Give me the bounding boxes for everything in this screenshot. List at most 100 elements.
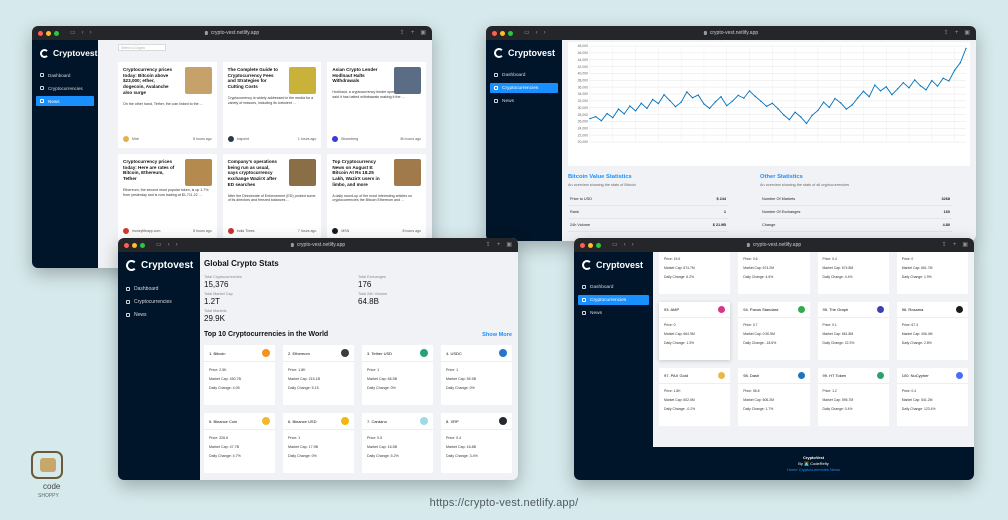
coin-card[interactable]: 99. HT Token Price: 1.2 Market Cap: 596.7M… xyxy=(817,368,889,426)
coin-icon xyxy=(956,372,963,379)
new-tab-icon[interactable]: + xyxy=(497,242,501,248)
address-bar[interactable]: crypto-vest.netlify.app xyxy=(204,30,259,36)
news-card[interactable]: Cryptocurrency prices today: Bitcoin abo… xyxy=(118,62,217,148)
forward-icon[interactable]: › xyxy=(176,242,178,248)
logo[interactable]: Cryptovest xyxy=(574,260,653,270)
menu-item-dashboard[interactable]: Dashboard xyxy=(574,282,653,292)
menu-item-cryptocurrencies[interactable]: Cryptocurrencies xyxy=(490,83,558,93)
logo[interactable]: Cryptovest xyxy=(32,48,98,58)
logo[interactable]: Cryptovest xyxy=(118,260,200,271)
crypto-select[interactable]: Select a Crypto xyxy=(118,44,166,51)
coin-card[interactable]: 97. PAX Gold Price: 1.8K Market Cap: 602.6… xyxy=(659,368,731,426)
menu-item-cryptocurrencies[interactable]: Cryptocurrencies xyxy=(118,296,200,308)
coin-card[interactable]: 8. XRP Price: 0.4 Market Cap: 16.8B Daily … xyxy=(441,413,512,473)
menu-item-cryptocurrencies[interactable]: Cryptocurrencies xyxy=(32,83,98,93)
address-bar[interactable]: crypto-vest.netlify.app xyxy=(290,242,345,248)
news-card[interactable]: Asian Crypto Lender Hodlnaut Halts Withd… xyxy=(327,62,426,148)
news-card[interactable]: Company's operations being run as usual,… xyxy=(222,154,322,240)
logo[interactable]: Cryptovest xyxy=(486,48,562,58)
menu-item-news[interactable]: News xyxy=(118,309,200,321)
coin-card[interactable]: 95. The Graph Price: 0.1 Market Cap: 661.8… xyxy=(817,302,889,360)
coin-card[interactable]: 94. Paxos Standard Price: 0.7 Market Cap: … xyxy=(738,302,810,360)
coin-card[interactable]: Price: 0.6 Market Cap: 674.2M Daily Change… xyxy=(738,252,810,294)
coin-card[interactable]: 96. Rosama Price: 67.3 Market Cap: 406.4M D… xyxy=(896,302,968,360)
coin-card[interactable]: 3. Tether USD Price: 1 Market Cap: 66.5B D… xyxy=(362,345,433,405)
close-dot[interactable] xyxy=(492,30,497,36)
minimize-dot[interactable] xyxy=(132,242,137,248)
share-icon[interactable]: ⇪ xyxy=(942,242,947,248)
forward-icon[interactable]: › xyxy=(90,30,92,36)
footer-links[interactable]: Home Cryptocurrencies News xyxy=(653,467,974,473)
close-dot[interactable] xyxy=(124,242,129,248)
tabs-icon[interactable]: ▣ xyxy=(962,242,968,248)
news-window: ▭ ‹ › crypto-vest.netlify.app ⇪ + ▣ Cryptove… xyxy=(32,26,432,268)
forward-icon[interactable]: › xyxy=(632,242,634,248)
minimize-dot[interactable] xyxy=(500,30,505,36)
coin-name: 98. Dash xyxy=(743,373,760,378)
tabs-icon[interactable]: ▣ xyxy=(506,242,512,248)
coin-name: 93. AMP xyxy=(664,307,680,312)
price-point xyxy=(959,62,962,64)
address-bar[interactable]: crypto-vest.netlify.app xyxy=(746,242,801,248)
new-tab-icon[interactable]: + xyxy=(955,30,959,36)
coin-card[interactable]: 6. Binance USD Price: 1 Market Cap: 17.9B… xyxy=(283,413,354,473)
news-card[interactable]: Top Cryptocurrency News on August 8: Bit… xyxy=(327,154,426,240)
maximize-dot[interactable] xyxy=(596,242,601,248)
maximize-dot[interactable] xyxy=(54,30,59,36)
news-card[interactable]: Cryptocurrency prices today: Here are ra… xyxy=(118,154,217,240)
coin-name: 100. NuCypher xyxy=(901,373,929,378)
lock-icon xyxy=(746,243,750,247)
minimize-dot[interactable] xyxy=(46,30,51,36)
new-tab-icon[interactable]: + xyxy=(411,30,415,36)
sidebar-toggle-icon[interactable]: ▭ xyxy=(70,30,76,36)
sidebar-toggle-icon[interactable]: ▭ xyxy=(156,242,162,248)
coin-card[interactable]: Price: 0.4 Market Cap: 674.8M Daily Change… xyxy=(817,252,889,294)
menu-item-dashboard[interactable]: Dashboard xyxy=(118,283,200,295)
coin-card[interactable]: 4. USDC Price: 1 Market Cap: 55.9B Daily C… xyxy=(441,345,512,405)
menu-item-cryptocurrencies[interactable]: Cryptocurrencies xyxy=(578,295,649,305)
site-url-caption[interactable]: https://crypto-vest.netlify.app/ xyxy=(0,497,1008,509)
share-icon[interactable]: ⇪ xyxy=(400,30,405,36)
menu-item-news[interactable]: News xyxy=(574,308,653,318)
coin-card[interactable]: 7. Cardano Price: 0.5 Market Cap: 16.5B Da… xyxy=(362,413,433,473)
coin-mcap: Market Cap: 674.7M xyxy=(664,265,695,270)
show-more-link[interactable]: Show More xyxy=(482,332,512,338)
address-bar[interactable]: crypto-vest.netlify.app xyxy=(703,30,758,36)
share-icon[interactable]: ⇪ xyxy=(944,30,949,36)
back-icon[interactable]: ‹ xyxy=(536,30,538,36)
price-point xyxy=(885,86,887,88)
maximize-dot[interactable] xyxy=(508,30,513,36)
back-icon[interactable]: ‹ xyxy=(82,30,84,36)
forward-icon[interactable]: › xyxy=(544,30,546,36)
sidebar-toggle-icon[interactable]: ▭ xyxy=(612,242,618,248)
share-icon[interactable]: ⇪ xyxy=(486,242,491,248)
coin-card[interactable]: 2. Ethereum Price: 1.8K Market Cap: 215.1… xyxy=(283,345,354,405)
stat-value: 15,376 xyxy=(204,280,229,289)
back-icon[interactable]: ‹ xyxy=(624,242,626,248)
maximize-dot[interactable] xyxy=(140,242,145,248)
news-title: Cryptocurrency prices today: Here are ra… xyxy=(123,159,175,182)
close-dot[interactable] xyxy=(580,242,585,248)
coin-card[interactable]: 5. Binance Coin Price: 326.6 Market Cap: … xyxy=(204,413,275,473)
close-dot[interactable] xyxy=(38,30,43,36)
menu-item-news[interactable]: News xyxy=(486,96,562,106)
coin-card[interactable]: 1. Bitcoin Price: 2.5K Market Cap: 450.7B… xyxy=(204,345,275,405)
menu-item-dashboard[interactable]: Dashboard xyxy=(32,70,98,80)
tabs-icon[interactable]: ▣ xyxy=(964,30,970,36)
tabs-icon[interactable]: ▣ xyxy=(420,30,426,36)
back-icon[interactable]: ‹ xyxy=(168,242,170,248)
sidebar-toggle-icon[interactable]: ▭ xyxy=(524,30,530,36)
coin-card[interactable]: 98. Dash Price: 56.8 Market Cap: 606.2M Dai… xyxy=(738,368,810,426)
coin-card[interactable]: 93. AMP Price: 0 Market Cap: 664.9M Daily C… xyxy=(659,302,731,360)
coin-card[interactable]: Price: 15.6 Market Cap: 674.7M Daily Chang… xyxy=(659,252,731,294)
minimize-dot[interactable] xyxy=(588,242,593,248)
coin-price: Price: 0.4 xyxy=(901,389,917,393)
price-point xyxy=(680,101,682,103)
coin-card[interactable]: Price: 0 Market Cap: 661.7M Daily Change: … xyxy=(896,252,968,294)
menu-item-dashboard[interactable]: Dashboard xyxy=(486,70,562,80)
price-point xyxy=(726,104,728,107)
new-tab-icon[interactable]: + xyxy=(953,242,957,248)
coin-card[interactable]: 100. NuCypher Price: 0.4 Market Cap: 541.2… xyxy=(896,368,968,426)
menu-item-news[interactable]: News xyxy=(36,96,94,106)
news-card[interactable]: The Complete Guide to Cryptocurrency Fee… xyxy=(222,62,322,148)
